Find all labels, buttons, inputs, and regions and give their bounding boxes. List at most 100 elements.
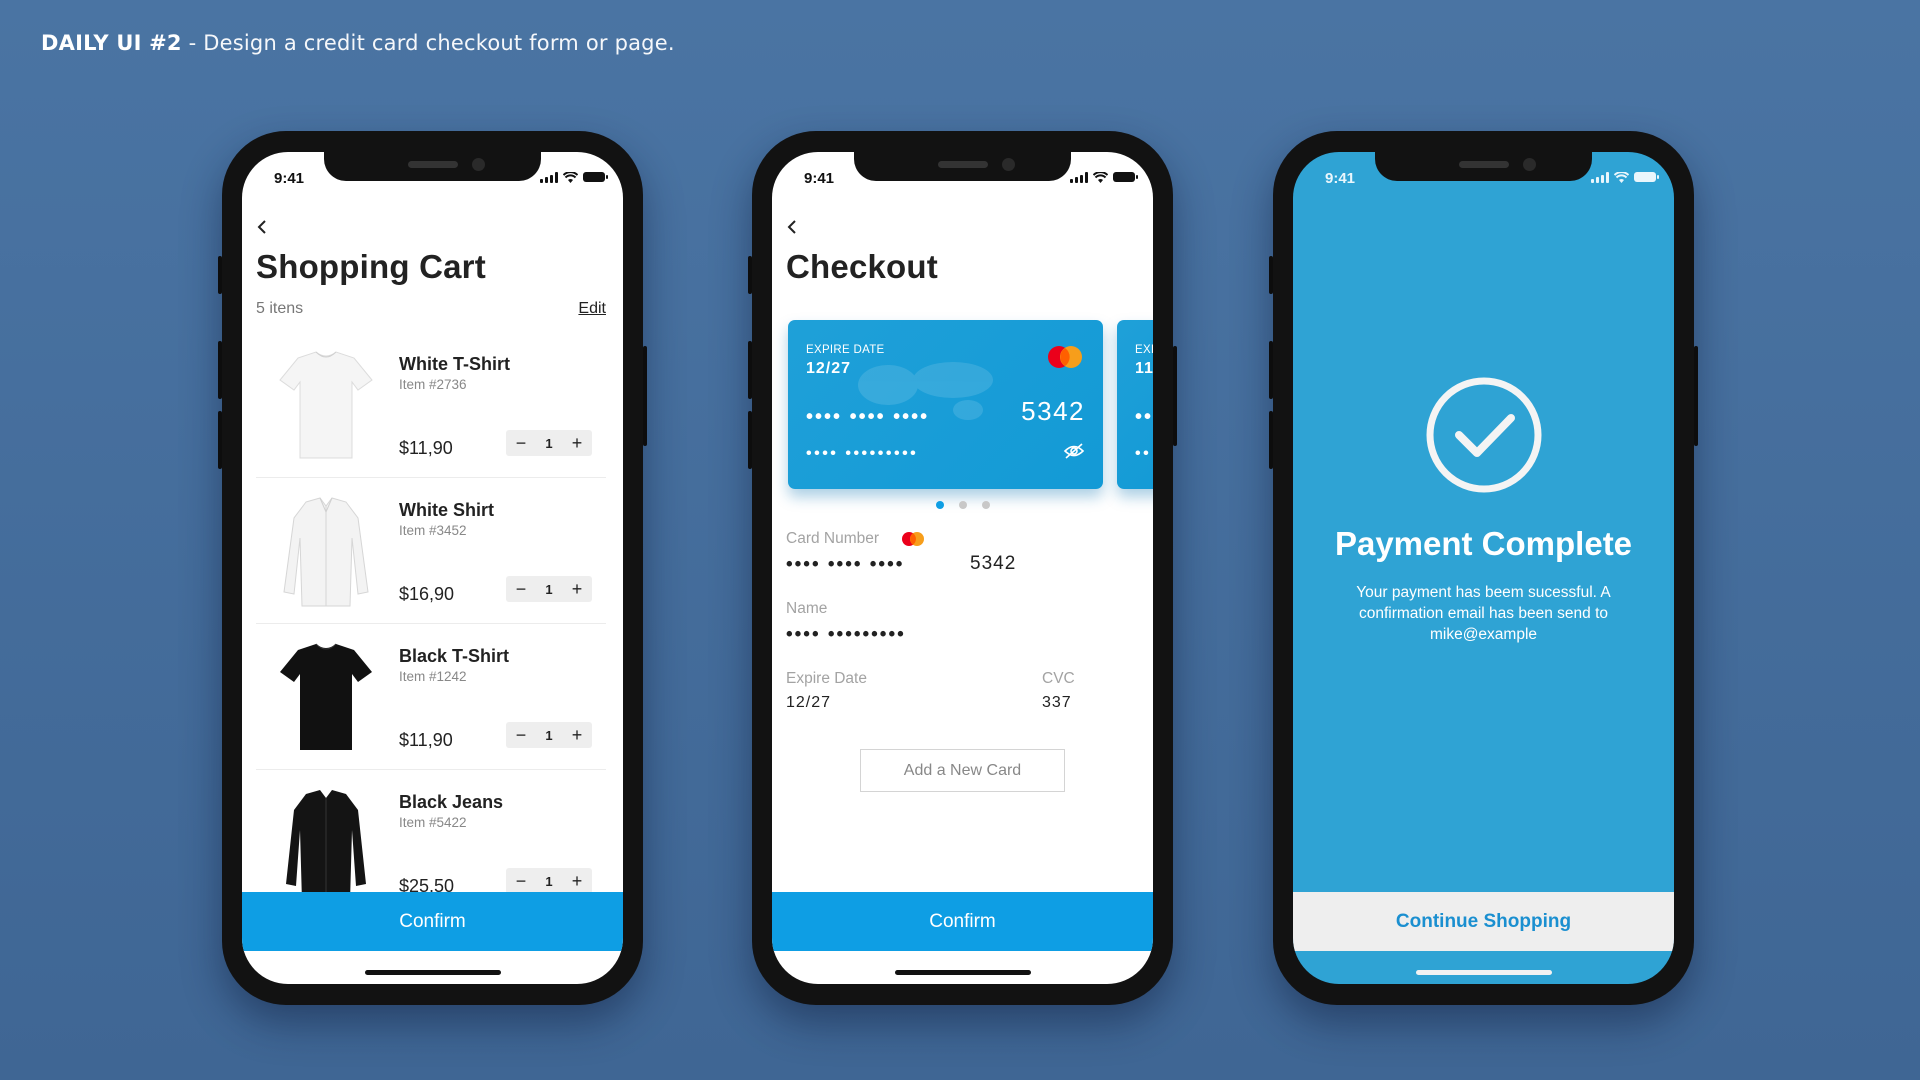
payment-complete-message: Your payment has beem sucessful. A confi… [1356, 584, 1611, 643]
card-expire-label: EXP [1135, 344, 1153, 356]
card-name-mask: •••• ••••••••• [806, 445, 919, 462]
expire-date-field[interactable]: 12/27 [786, 694, 831, 712]
phone-checkout: 9:41 Checkout EXPIRE DATE 12/27 •••• •••… [748, 131, 1177, 1005]
product-image [280, 643, 372, 750]
name-label: Name [786, 600, 828, 617]
signal-icon [1070, 171, 1088, 183]
check-circle-icon [1426, 377, 1542, 493]
edit-link[interactable]: Edit [578, 300, 606, 318]
phone-shopping-cart: 9:41 Shopping Cart 5 itens Edit White T-… [218, 131, 647, 1005]
screen-shopping-cart: 9:41 Shopping Cart 5 itens Edit White T-… [242, 152, 623, 984]
phone-payment-complete: 9:41 Payment Complete Your payment has b… [1269, 131, 1698, 1005]
wifi-icon [1093, 171, 1108, 183]
notch [324, 152, 541, 181]
cvc-field[interactable]: 337 [1042, 694, 1072, 712]
notch [1375, 152, 1592, 181]
status-time: 9:41 [804, 170, 835, 187]
quantity-value: 1 [545, 727, 553, 743]
item-name: White Shirt [399, 500, 494, 520]
page-headline: DAILY UI #2 - Design a credit card check… [41, 31, 675, 55]
carousel-dot[interactable] [981, 501, 990, 509]
status-time: 9:41 [274, 170, 305, 187]
eye-off-icon[interactable] [1063, 442, 1085, 460]
notch [854, 152, 1071, 181]
continue-shopping-button[interactable]: Continue Shopping [1293, 892, 1674, 951]
increase-button[interactable]: + [570, 433, 584, 454]
expire-date-label: Expire Date [786, 670, 867, 687]
decrease-button[interactable]: − [514, 725, 528, 746]
cart-list: White T-Shirt Item #2736 $11,90 − 1 + Wh… [242, 332, 623, 916]
home-indicator[interactable] [365, 970, 501, 975]
card-number-label: Card Number [786, 530, 880, 547]
signal-icon [540, 171, 558, 183]
item-code: Item #2736 [399, 377, 467, 392]
credit-card-selected[interactable]: EXPIRE DATE 12/27 •••• •••• •••• 5342 ••… [788, 320, 1103, 489]
item-price: $16,90 [399, 584, 455, 604]
back-chevron-icon[interactable] [256, 220, 268, 234]
quantity-value: 1 [545, 581, 553, 597]
confirm-button[interactable]: Confirm [242, 892, 623, 951]
credit-card-next[interactable]: EXP 11 •• •• [1117, 320, 1153, 489]
item-name: Black Jeans [399, 792, 504, 812]
product-image [279, 351, 373, 459]
battery-icon [583, 172, 608, 182]
item-code: Item #1242 [399, 669, 467, 684]
headline-rest: - Design a credit card checkout form or … [188, 31, 675, 55]
quantity-stepper: − 1 + [506, 722, 592, 748]
cart-item: White T-Shirt Item #2736 $11,90 − 1 + [256, 332, 606, 478]
increase-button[interactable]: + [570, 725, 584, 746]
carousel-dot-active[interactable] [935, 501, 944, 509]
card-expire-value: 11 [1135, 360, 1153, 377]
item-code: Item #3452 [399, 523, 467, 538]
card-number-last: 5342 [1021, 396, 1085, 426]
signal-icon [1591, 171, 1609, 183]
status-time: 9:41 [1325, 170, 1356, 187]
card-expire-label: EXPIRE DATE [806, 344, 885, 356]
cart-item: White Shirt Item #3452 $16,90 − 1 + [256, 478, 606, 624]
card-expire-value: 12/27 [806, 360, 852, 377]
increase-button[interactable]: + [570, 579, 584, 600]
quantity-stepper: − 1 + [506, 868, 592, 894]
carousel-pagination [772, 501, 1153, 509]
battery-icon [1113, 172, 1138, 182]
page-title: Checkout [786, 248, 938, 285]
wifi-icon [563, 171, 578, 183]
page-title: Shopping Cart [256, 248, 486, 285]
decrease-button[interactable]: − [514, 871, 528, 892]
decrease-button[interactable]: − [514, 433, 528, 454]
item-code: Item #5422 [399, 815, 467, 830]
confirm-button[interactable]: Confirm [772, 892, 1153, 951]
decrease-button[interactable]: − [514, 579, 528, 600]
card-number-mask: •••• •••• •••• [806, 406, 930, 428]
quantity-value: 1 [545, 873, 553, 889]
add-new-card-button[interactable]: Add a New Card [860, 749, 1065, 792]
quantity-stepper: − 1 + [506, 430, 592, 456]
card-number-field-last[interactable]: 5342 [970, 553, 1016, 575]
mastercard-icon [902, 532, 924, 546]
battery-icon [1634, 172, 1659, 182]
increase-button[interactable]: + [570, 871, 584, 892]
card-number-field-mask[interactable]: •••• •••• •••• [786, 554, 904, 576]
cvc-label: CVC [1042, 670, 1075, 687]
product-image [283, 497, 369, 607]
back-chevron-icon[interactable] [786, 220, 798, 234]
cart-item: Black T-Shirt Item #1242 $11,90 − 1 + [256, 624, 606, 770]
item-count: 5 itens [256, 300, 304, 317]
screen-payment-complete: 9:41 Payment Complete Your payment has b… [1293, 152, 1674, 984]
carousel-dot[interactable] [958, 501, 967, 509]
wifi-icon [1614, 171, 1629, 183]
quantity-stepper: − 1 + [506, 576, 592, 602]
home-indicator[interactable] [895, 970, 1031, 975]
quantity-value: 1 [545, 435, 553, 451]
card-number-mask: •• [1135, 406, 1153, 428]
mastercard-icon [1048, 346, 1082, 368]
item-price: $11,90 [399, 730, 453, 750]
product-image [286, 790, 366, 902]
payment-complete-title: Payment Complete [1334, 525, 1633, 562]
name-field[interactable]: •••• ••••••••• [786, 624, 906, 646]
item-price: $11,90 [399, 438, 453, 458]
home-indicator[interactable] [1416, 970, 1552, 975]
screen-checkout: 9:41 Checkout EXPIRE DATE 12/27 •••• •••… [772, 152, 1153, 984]
headline-bold: DAILY UI #2 [41, 31, 182, 55]
card-name-mask: •• [1135, 445, 1152, 462]
